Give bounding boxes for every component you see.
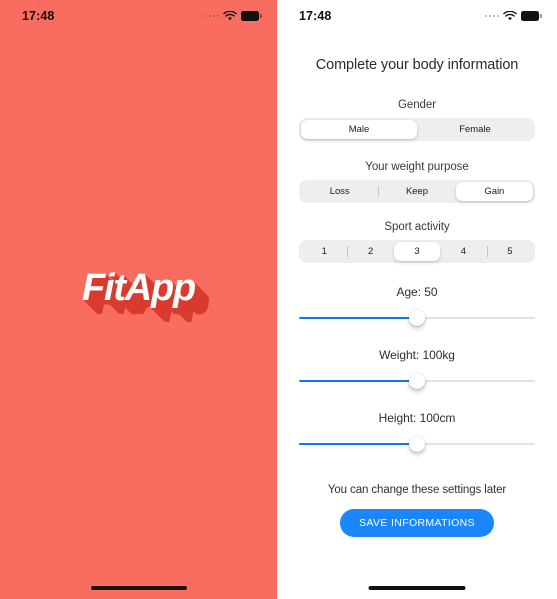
weight-slider-fill [299, 379, 417, 383]
sport-activity-option-1-label: 1 [321, 246, 327, 257]
splash-screen: 17:48 FitApp [0, 0, 277, 599]
age-slider-thumb[interactable] [409, 310, 425, 326]
sport-activity-label: Sport activity [384, 221, 450, 233]
weight-purpose-label: Your weight purpose [365, 161, 469, 173]
height-slider[interactable] [299, 436, 535, 452]
weight-slider-label: Weight: 100kg [379, 348, 455, 362]
sport-activity-option-3[interactable]: 3 [393, 242, 441, 261]
sport-activity-option-4[interactable]: 4 [440, 242, 486, 261]
age-slider-fill [299, 316, 417, 320]
height-slider-thumb[interactable] [409, 436, 425, 452]
weight-slider-group: Weight: 100kg [299, 348, 535, 389]
form-content: Complete your body information Gender Ma… [277, 30, 557, 599]
form-status-bar: 17:48 [277, 0, 557, 30]
sport-activity-option-5-label: 5 [507, 246, 513, 257]
gender-option-female-label: Female [459, 124, 491, 135]
gender-label: Gender [397, 99, 437, 111]
weight-slider-thumb[interactable] [409, 373, 425, 389]
save-informations-button[interactable]: SAVE INFORMATIONS [340, 509, 494, 537]
app-root: 17:48 FitApp 17:48 Complete your body in… [0, 0, 557, 599]
sport-activity-option-2[interactable]: 2 [347, 242, 393, 261]
weight-purpose-option-loss[interactable]: Loss [301, 182, 378, 201]
page-title: Complete your body information [315, 57, 519, 73]
weight-purpose-segmented-control[interactable]: Loss Keep Gain [299, 180, 535, 203]
body-info-screen: 17:48 Complete your body information Gen… [277, 0, 557, 599]
segment-divider [378, 186, 380, 197]
weight-purpose-field: Your weight purpose Loss Keep Gain [299, 161, 535, 203]
app-logo: FitApp [0, 0, 277, 599]
weight-purpose-option-keep-label: Keep [405, 186, 428, 197]
weight-purpose-option-gain-label: Gain [484, 186, 505, 197]
signal-dots-icon [484, 14, 499, 18]
home-indicator[interactable] [90, 586, 187, 590]
gender-option-male-label: Male [348, 124, 370, 135]
weight-slider[interactable] [299, 373, 535, 389]
sport-activity-field: Sport activity 1 2 3 4 5 [299, 221, 535, 263]
settings-hint: You can change these settings later [327, 484, 507, 496]
save-button-container: SAVE INFORMATIONS [299, 509, 535, 537]
age-slider[interactable] [299, 310, 535, 326]
sport-activity-option-1[interactable]: 1 [301, 242, 347, 261]
status-indicators [484, 9, 542, 21]
status-time: 17:48 [299, 8, 332, 23]
sport-activity-segmented-control[interactable]: 1 2 3 4 5 [299, 240, 535, 263]
segment-divider [347, 246, 349, 257]
age-slider-label: Age: 50 [396, 285, 438, 299]
wifi-icon [503, 11, 517, 21]
weight-purpose-option-keep[interactable]: Keep [378, 182, 455, 201]
sport-activity-option-4-label: 4 [460, 246, 467, 257]
weight-purpose-option-loss-label: Loss [329, 186, 350, 197]
gender-option-female[interactable]: Female [417, 120, 533, 139]
gender-field: Gender Male Female [299, 99, 535, 141]
segment-divider [486, 246, 488, 257]
weight-purpose-option-gain[interactable]: Gain [455, 182, 533, 201]
battery-icon [521, 11, 542, 21]
gender-option-male[interactable]: Male [301, 120, 417, 139]
height-slider-label: Height: 100cm [378, 411, 456, 425]
sport-activity-option-3-label: 3 [414, 246, 420, 257]
age-slider-group: Age: 50 [299, 285, 535, 326]
sport-activity-option-2-label: 2 [367, 246, 374, 257]
home-indicator[interactable] [368, 586, 466, 590]
gender-segmented-control[interactable]: Male Female [299, 118, 535, 141]
height-slider-fill [299, 442, 417, 446]
sport-activity-option-5[interactable]: 5 [486, 242, 533, 261]
app-logo-text: FitApp [81, 266, 196, 309]
height-slider-group: Height: 100cm [299, 411, 535, 452]
